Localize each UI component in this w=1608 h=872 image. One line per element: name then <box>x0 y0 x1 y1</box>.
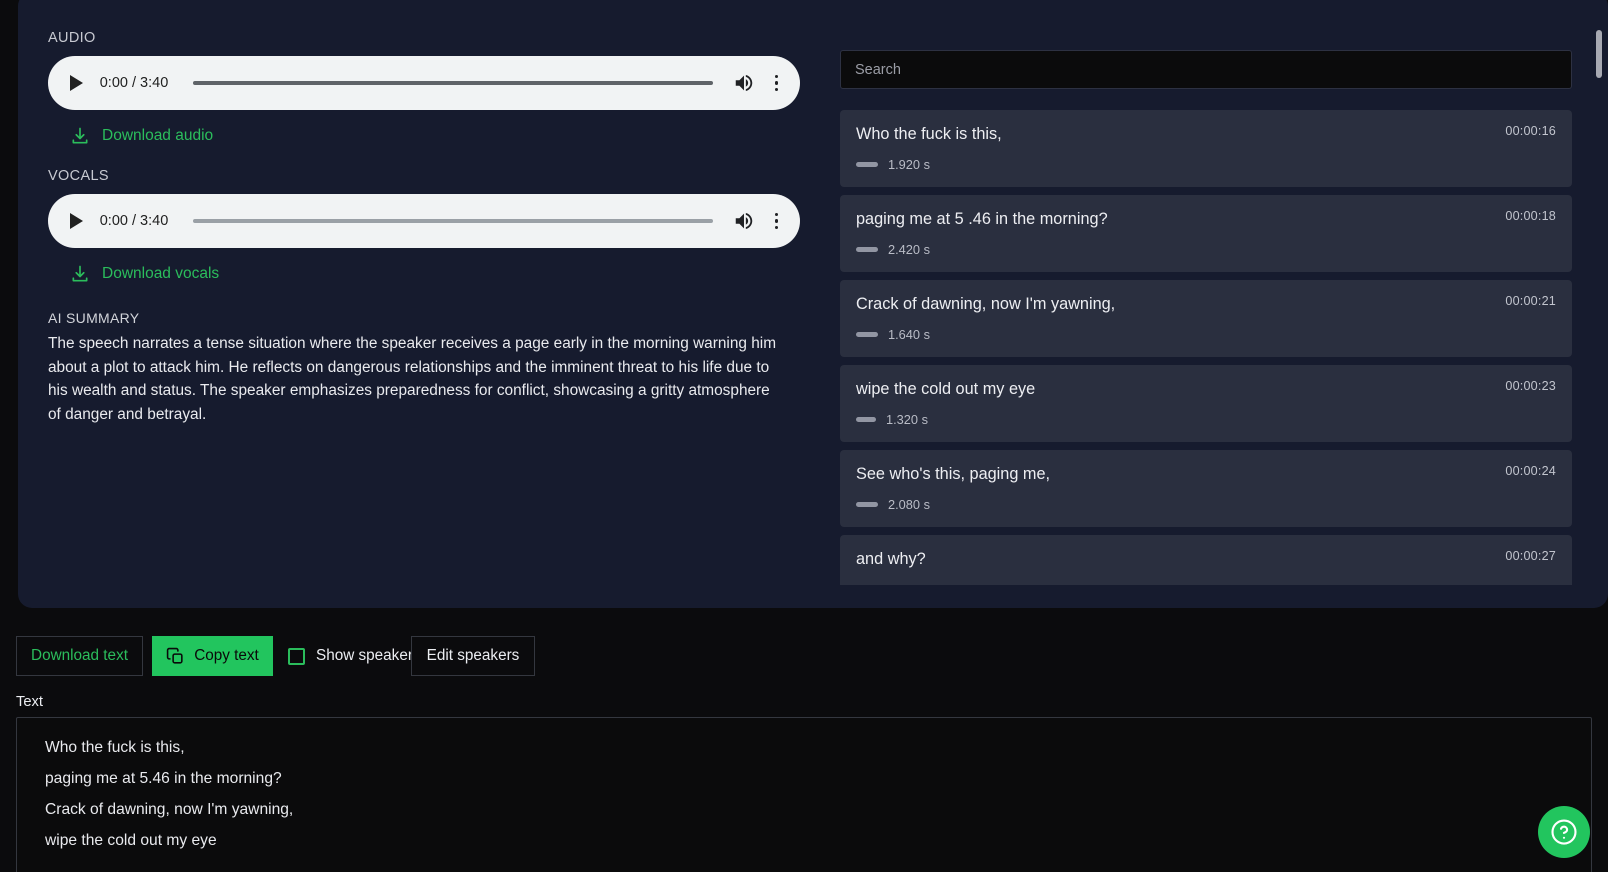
help-button[interactable] <box>1538 806 1590 858</box>
segment-duration-label: 1.320 s <box>886 412 928 427</box>
search-input[interactable] <box>840 50 1572 89</box>
transcript-segment[interactable]: See who's this, paging me, 2.080 s 00:00:2… <box>840 450 1572 527</box>
transcript-line: Who the fuck is this, <box>33 732 1575 763</box>
segment-duration-label: 1.640 s <box>888 327 930 342</box>
segment-meta: 2.080 s <box>856 497 1556 512</box>
transcript-column: Who the fuck is this, 1.920 s 00:00:16 pagi… <box>840 50 1572 585</box>
segment-timestamp: 00:00:16 <box>1505 124 1556 138</box>
download-vocals-label: Download vocals <box>102 265 219 283</box>
segment-duration-bar <box>856 247 878 252</box>
segment-duration-bar <box>856 502 878 507</box>
spacer <box>48 146 810 168</box>
segment-timestamp: 00:00:21 <box>1505 294 1556 308</box>
segment-text: paging me at 5 .46 in the morning? <box>856 209 1556 229</box>
segment-duration-label: 1.920 s <box>888 157 930 172</box>
left-column: AUDIO 0:00 / 3:40 Download audio VOCALS … <box>48 30 810 426</box>
segment-duration-label: 2.420 s <box>888 242 930 257</box>
play-icon[interactable] <box>70 75 83 91</box>
media-panel: AUDIO 0:00 / 3:40 Download audio VOCALS … <box>18 0 1608 608</box>
vocals-more-options-icon[interactable] <box>767 213 787 230</box>
show-speakers-label: Show speakers <box>316 647 421 665</box>
segment-text: wipe the cold out my eye <box>856 379 1556 399</box>
copy-text-label: Copy text <box>194 647 259 665</box>
volume-icon[interactable] <box>733 210 755 232</box>
ai-summary-label: AI SUMMARY <box>48 310 810 326</box>
transcript-line: Crack of dawning, now I'm yawning, <box>33 794 1575 825</box>
transcript-scrollbar[interactable] <box>1596 30 1602 510</box>
vocals-section-label: VOCALS <box>48 168 810 184</box>
transcript-line: paging me at 5.46 in the morning? <box>33 763 1575 794</box>
segment-duration-bar <box>856 162 878 167</box>
text-panel-label: Text <box>16 694 43 710</box>
play-icon[interactable] <box>70 213 83 229</box>
transcript-segment[interactable]: Crack of dawning, now I'm yawning, 1.640 … <box>840 280 1572 357</box>
transcript-segment-list: Who the fuck is this, 1.920 s 00:00:16 pagi… <box>840 110 1572 585</box>
copy-text-button[interactable]: Copy text <box>152 636 273 676</box>
segment-duration-bar <box>856 332 878 337</box>
show-speakers-checkbox[interactable]: Show speakers <box>288 636 421 676</box>
download-vocals-link[interactable]: Download vocals <box>70 264 219 284</box>
transcript-segment[interactable]: Who the fuck is this, 1.920 s 00:00:16 <box>840 110 1572 187</box>
segment-text: Who the fuck is this, <box>856 124 1556 144</box>
transcript-segment[interactable]: and why? 0.280 s 00:00:27 <box>840 535 1572 585</box>
vocals-time-display: 0:00 / 3:40 <box>95 213 173 229</box>
edit-speakers-button[interactable]: Edit speakers <box>411 636 535 676</box>
transcript-segment[interactable]: paging me at 5 .46 in the morning? 2.420 … <box>840 195 1572 272</box>
segment-meta: 0.280 s <box>856 582 1556 585</box>
ai-summary-section: AI SUMMARY The speech narrates a tense s… <box>48 310 810 426</box>
transcript-line: wipe the cold out my eye <box>33 825 1575 856</box>
audio-section-label: AUDIO <box>48 30 810 46</box>
segment-text: Crack of dawning, now I'm yawning, <box>856 294 1556 314</box>
segment-timestamp: 00:00:18 <box>1505 209 1556 223</box>
segment-text: See who's this, paging me, <box>856 464 1556 484</box>
segment-meta: 1.920 s <box>856 157 1556 172</box>
audio-more-options-icon[interactable] <box>767 75 787 92</box>
checkbox-box-icon <box>288 648 305 665</box>
segment-text: and why? <box>856 549 1556 569</box>
segment-meta: 2.420 s <box>856 242 1556 257</box>
segment-timestamp: 00:00:27 <box>1505 549 1556 563</box>
download-icon <box>70 126 90 146</box>
transcript-segment[interactable]: wipe the cold out my eye 1.320 s 00:00:23 <box>840 365 1572 442</box>
segment-meta: 1.320 s <box>856 412 1556 427</box>
segment-meta: 1.640 s <box>856 327 1556 342</box>
transcript-textarea[interactable]: Who the fuck is this,paging me at 5.46 i… <box>16 717 1592 872</box>
segment-timestamp: 00:00:23 <box>1505 379 1556 393</box>
download-audio-label: Download audio <box>102 127 213 145</box>
audio-time-display: 0:00 / 3:40 <box>95 75 173 91</box>
download-text-button[interactable]: Download text <box>16 636 143 676</box>
scrollbar-thumb[interactable] <box>1596 30 1602 78</box>
vocals-progress-slider[interactable] <box>193 219 713 223</box>
ai-summary-text: The speech narrates a tense situation wh… <box>48 332 778 426</box>
audio-player[interactable]: 0:00 / 3:40 <box>48 56 800 110</box>
segment-duration-bar <box>856 417 876 422</box>
segment-timestamp: 00:00:24 <box>1505 464 1556 478</box>
audio-progress-slider[interactable] <box>193 81 713 85</box>
download-audio-link[interactable]: Download audio <box>70 126 213 146</box>
download-icon <box>70 264 90 284</box>
segment-duration-label: 0.280 s <box>869 582 911 585</box>
vocals-player[interactable]: 0:00 / 3:40 <box>48 194 800 248</box>
question-mark-icon <box>1549 817 1579 847</box>
volume-icon[interactable] <box>733 72 755 94</box>
copy-icon <box>166 647 185 666</box>
segment-duration-label: 2.080 s <box>888 497 930 512</box>
